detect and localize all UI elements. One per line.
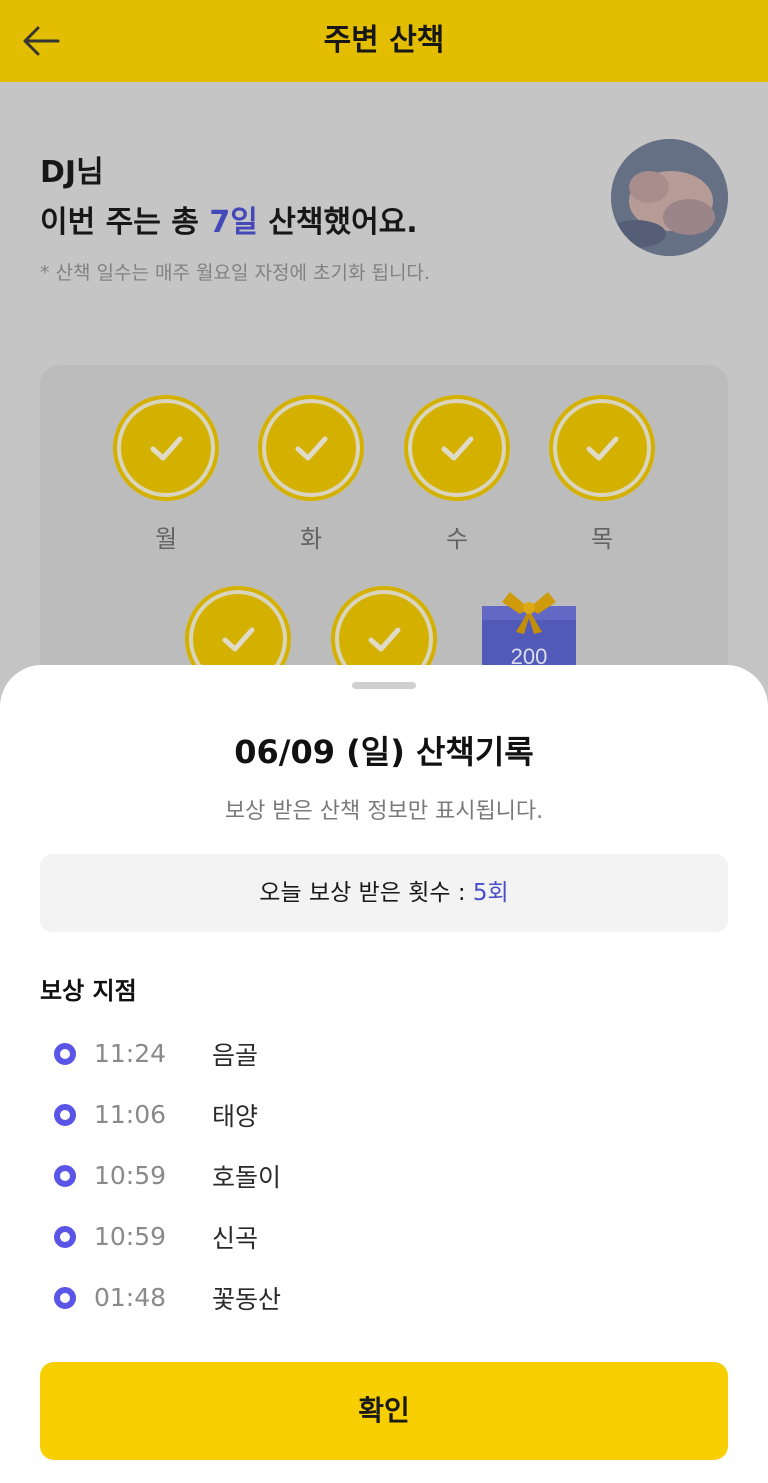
reward-place: 꽃동산	[212, 1284, 282, 1314]
reward-time: 10:59	[94, 1222, 167, 1251]
sheet-title: 06/09 (일) 산책기록	[234, 733, 534, 771]
bottom-sheet: 06/09 (일) 산책기록 보상 받은 산책 정보만 표시됩니다. 오늘 보상…	[0, 665, 768, 1483]
reward-list: 11:24 음골 11:06 태양 10:59 호돌이 10:59 신곡 01:…	[54, 1023, 714, 1328]
confirm-button[interactable]: 확인	[40, 1362, 728, 1460]
reward-place: 신곡	[212, 1223, 259, 1253]
reward-count-box: 오늘 보상 받은 횟수 : 5회	[40, 854, 728, 932]
list-item: 11:06 태양	[54, 1084, 714, 1145]
bullet-icon	[54, 1225, 76, 1248]
reward-count-label: 오늘 보상 받은 횟수 :	[259, 880, 473, 906]
bullet-icon	[54, 1286, 76, 1309]
bullet-icon	[54, 1164, 76, 1187]
list-item: 01:48 꽃동산	[54, 1267, 714, 1328]
reward-count-value: 5회	[472, 880, 509, 906]
list-item: 10:59 신곡	[54, 1206, 714, 1267]
bullet-icon	[54, 1042, 76, 1065]
reward-place: 호돌이	[212, 1162, 282, 1192]
reward-time: 10:59	[94, 1161, 167, 1190]
sheet-subtitle: 보상 받은 산책 정보만 표시됩니다.	[224, 799, 544, 824]
reward-time: 11:06	[94, 1100, 167, 1129]
reward-time: 11:24	[94, 1039, 167, 1068]
reward-place: 음골	[212, 1040, 259, 1070]
list-item: 10:59 호돌이	[54, 1145, 714, 1206]
sheet-drag-handle[interactable]	[352, 682, 416, 689]
reward-time: 01:48	[94, 1283, 167, 1312]
reward-section-title: 보상 지점	[40, 977, 137, 1005]
list-item: 11:24 음골	[54, 1023, 714, 1084]
bullet-icon	[54, 1103, 76, 1126]
reward-place: 태양	[212, 1101, 259, 1131]
